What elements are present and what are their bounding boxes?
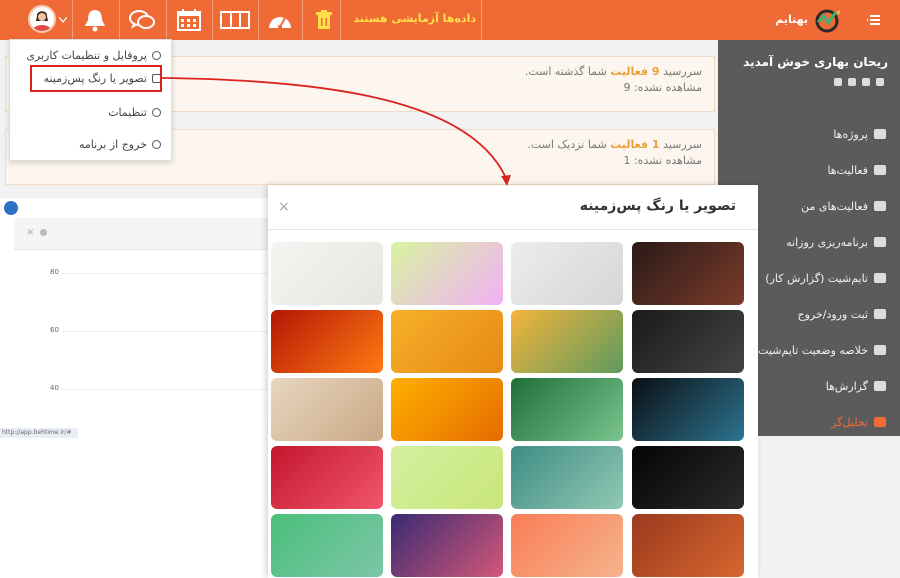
- menu-item-profile[interactable]: پروفایل و تنظیمات کاربری: [26, 49, 161, 62]
- chevron-down-icon: [59, 17, 67, 23]
- menu-item-settings[interactable]: تنظیمات: [108, 106, 161, 119]
- gear-icon[interactable]: [862, 78, 870, 86]
- calendar-button[interactable]: [172, 6, 206, 34]
- trial-data-notice: داده‌ها آزمایشی هستند: [353, 12, 476, 25]
- user-avatar[interactable]: [28, 5, 56, 33]
- y-tick: 40: [50, 384, 59, 392]
- brand-logo: [812, 6, 846, 34]
- chart-header: ×: [14, 218, 268, 250]
- chart-panel: [0, 198, 268, 578]
- trash-button[interactable]: [310, 6, 338, 34]
- background-thumbnail-wood-leaves[interactable]: [271, 378, 383, 441]
- user-icon[interactable]: [876, 78, 884, 86]
- background-thumbnail-green-leaf-stripes[interactable]: [511, 378, 623, 441]
- speedometer-icon: [269, 17, 291, 29]
- menu-item-logout[interactable]: خروج از برنامه: [79, 138, 161, 151]
- gear-icon: [152, 108, 161, 117]
- background-thumbnail-water-drops[interactable]: [632, 310, 744, 373]
- summary-icon: [874, 345, 886, 355]
- background-thumbnail-teal-texture[interactable]: [511, 446, 623, 509]
- power-icon: [152, 140, 161, 149]
- gear-icon[interactable]: [40, 229, 47, 236]
- gear-icon[interactable]: [4, 201, 18, 215]
- background-thumbnail-red-abstract[interactable]: [271, 446, 383, 509]
- background-thumbnail-orange-waves[interactable]: [391, 310, 503, 373]
- y-tick: 60: [50, 326, 59, 334]
- background-thumbnail-desert-dunes[interactable]: [632, 242, 744, 305]
- notifications-button[interactable]: [78, 6, 112, 34]
- status-url: http://app.behtime.ir/#: [0, 428, 78, 438]
- close-button[interactable]: ×: [278, 199, 290, 215]
- background-thumbnail-brown-gradient[interactable]: [632, 514, 744, 577]
- welcome-text: ریحان بهاری خوش آمدید: [743, 55, 888, 69]
- bell-icon: [85, 10, 105, 32]
- background-thumbnail-peach-gradient[interactable]: [511, 514, 623, 577]
- sidebar-item-activities[interactable]: فعالیت‌ها: [718, 152, 900, 188]
- my-activities-icon: [874, 201, 886, 211]
- background-thumbnail-watermelon[interactable]: [391, 446, 503, 509]
- background-thumbnail-palm-leaf[interactable]: [271, 242, 383, 305]
- analyzer-icon: [874, 417, 886, 427]
- menu-toggle-button[interactable]: [860, 6, 890, 34]
- trash-icon: [316, 10, 332, 29]
- highlight-box: [30, 65, 162, 92]
- calendar-grid-icon: [874, 237, 886, 247]
- background-thumbnail-blue-smoke[interactable]: [632, 378, 744, 441]
- user-menu-chevron[interactable]: [58, 6, 68, 34]
- activities-icon: [874, 165, 886, 175]
- background-thumbnail-indigo-sunset[interactable]: [391, 514, 503, 577]
- modal-title: تصویر یا رنگ پس‌زمینه: [579, 198, 736, 214]
- background-thumbnail-green-gradient[interactable]: [271, 514, 383, 577]
- user-dropdown-menu: پروفایل و تنظیمات کاربری تصویر یا رنگ پس…: [9, 39, 172, 161]
- projects-icon: [874, 129, 886, 139]
- background-thumbnail-night-road[interactable]: [632, 446, 744, 509]
- board-view-button[interactable]: [216, 6, 254, 34]
- brand-name: بهتایم: [775, 13, 808, 26]
- avatar-image: [32, 11, 52, 31]
- logo-icon: [815, 9, 840, 33]
- user-icon: [152, 51, 161, 60]
- chat-bubbles-icon: [129, 10, 155, 29]
- sidebar-item-projects[interactable]: پروژه‌ها: [718, 116, 900, 152]
- hamburger-icon: [867, 15, 880, 25]
- background-thumbnail-plant-pot[interactable]: [511, 242, 623, 305]
- columns-icon: [220, 11, 250, 29]
- y-tick: 80: [50, 268, 59, 276]
- card-icon[interactable]: [848, 78, 856, 86]
- background-thumbnail-eucalyptus[interactable]: [511, 310, 623, 373]
- timesheet-icon: [874, 273, 886, 283]
- dashboard-button[interactable]: [262, 6, 298, 34]
- calendar-icon: [177, 9, 201, 31]
- report-icon: [874, 381, 886, 391]
- background-thumbnail-yellow-flower-bee[interactable]: [391, 378, 503, 441]
- messages-button[interactable]: [124, 6, 160, 34]
- background-thumbnail-pastel-gradient[interactable]: [391, 242, 503, 305]
- user-quick-icons: [834, 78, 884, 86]
- background-picker-modal: تصویر یا رنگ پس‌زمینه ×: [268, 185, 758, 578]
- close-icon[interactable]: ×: [26, 227, 34, 238]
- top-bar: بهتایم داده‌ها آزمایشی هستند: [0, 0, 900, 40]
- background-thumbnail-red-orange-smoke[interactable]: [271, 310, 383, 373]
- power-icon[interactable]: [834, 78, 842, 86]
- exchange-icon: [874, 309, 886, 319]
